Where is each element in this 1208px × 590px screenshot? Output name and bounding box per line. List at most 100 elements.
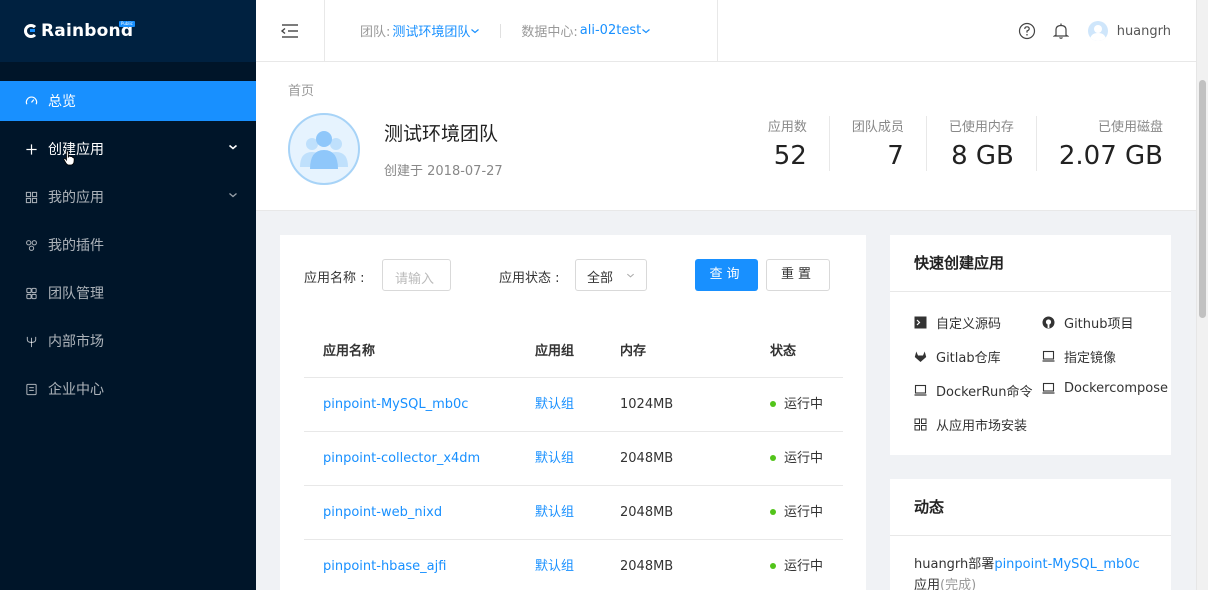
quick-item-label: Gitlab仓库: [936, 351, 1001, 366]
breadcrumb[interactable]: 首页: [288, 80, 314, 99]
quick-item-label: Dockercompose: [1064, 381, 1168, 396]
quick-item-github[interactable]: Github项目: [1042, 313, 1134, 332]
enterprise-icon: [24, 382, 38, 396]
collapse-sidebar-button[interactable]: [256, 0, 325, 62]
team-avatar: [288, 113, 360, 185]
header-actions: huangrh: [1018, 0, 1171, 62]
menu-fold-icon: [280, 23, 298, 38]
scrollbar-thumb[interactable]: [1199, 80, 1206, 318]
sidebar-item-my-apps[interactable]: 我的应用: [0, 177, 256, 217]
app-group-link[interactable]: 默认组: [535, 540, 574, 590]
quick-create-title: 快速创建应用: [890, 235, 1171, 292]
page-header: 首页 测试环境团队 创建于 2018-07-27 应用数 52 团队成员 7 已…: [256, 62, 1196, 211]
app-memory: 2048MB: [620, 451, 674, 466]
team-value[interactable]: 测试环境团队: [392, 21, 470, 40]
top-header: 团队: 测试环境团队 数据中心: ali-02test huangrh: [256, 0, 1196, 62]
status-dot: [770, 454, 776, 461]
column-header: 应用名称: [323, 344, 376, 359]
team-name: 测试环境团队: [384, 123, 499, 145]
app-name-link[interactable]: pinpoint-hbase_ajfi: [323, 540, 446, 590]
app-group-link[interactable]: 默认组: [535, 378, 574, 431]
quick-item-dockercompose[interactable]: Dockercompose: [1042, 381, 1168, 396]
quick-item-custom-source[interactable]: 自定义源码: [914, 313, 1001, 332]
status-dot: [770, 400, 776, 407]
chevron-down-icon[interactable]: [228, 190, 238, 200]
table-row: pinpoint-collector_x4dm 默认组 2048MB 运行中: [304, 432, 843, 486]
app-memory: 2048MB: [620, 505, 674, 520]
app-status-select[interactable]: 全部: [575, 259, 647, 291]
quick-item-gitlab[interactable]: Gitlab仓库: [914, 347, 1001, 366]
quick-create-card: 快速创建应用 自定义源码 Github项目 Gitlab仓库 指定镜像 Dock…: [890, 235, 1171, 455]
sidebar-item-overview[interactable]: 总览: [0, 81, 256, 121]
stat-memory: 已使用内存 8 GB: [925, 116, 1036, 171]
stat-label: 团队成员: [851, 120, 904, 135]
sidebar-item-create-app[interactable]: 创建应用: [0, 129, 256, 169]
quick-item-label: 指定镜像: [1064, 351, 1117, 366]
help-icon[interactable]: [1018, 22, 1036, 40]
avatar[interactable]: [1087, 21, 1108, 41]
quick-item-market-install[interactable]: 从应用市场安装: [914, 415, 1027, 434]
stat-disk: 已使用磁盘 2.07 GB: [1035, 116, 1163, 171]
table-row: pinpoint-MySQL_mb0c 默认组 1024MB 运行中: [304, 378, 843, 432]
app-status: 运行中: [770, 378, 823, 431]
app-name-link[interactable]: pinpoint-web_nixd: [323, 486, 442, 539]
activity-suffix: 应用: [914, 578, 941, 590]
status-dot: [770, 508, 776, 515]
quick-item-dockerrun[interactable]: DockerRun命令: [914, 381, 1032, 400]
chevron-down-icon: [626, 273, 635, 278]
stat-value: 8 GB: [951, 141, 1014, 171]
sidebar: Rainbond Public 总览 创建应用 我的应用 我的插件 团队管理 内…: [0, 0, 256, 590]
sidebar-item-label: 总览: [48, 94, 76, 110]
quick-item-label: 自定义源码: [936, 317, 1002, 332]
app-group-link[interactable]: 默认组: [535, 486, 574, 539]
bell-icon[interactable]: [1052, 22, 1070, 40]
chevron-down-icon: [471, 28, 480, 33]
sidebar-item-internal-market[interactable]: 内部市场: [0, 321, 256, 361]
sidebar-item-enterprise[interactable]: 企业中心: [0, 369, 256, 409]
activity-entry: huangrh部署pinpoint-MySQL_mb0c 应用(完成): [914, 554, 1164, 590]
app-status: 运行中: [770, 540, 823, 590]
stat-label: 应用数: [767, 120, 807, 135]
username[interactable]: huangrh: [1117, 24, 1171, 39]
reset-button[interactable]: 重置: [766, 259, 830, 291]
plugin-icon: [24, 238, 38, 252]
app-status: 运行中: [770, 432, 823, 485]
page-scrollbar[interactable]: [1196, 0, 1208, 590]
laptop-icon: [914, 384, 927, 397]
stat-app-count: 应用数 52: [746, 116, 829, 171]
table-header: 应用名称 应用组 内存 状态: [304, 325, 843, 378]
gitlab-icon: [914, 350, 927, 363]
team-selector[interactable]: 团队: 测试环境团队 数据中心: ali-02test: [360, 21, 651, 40]
chevron-down-icon[interactable]: [228, 142, 238, 152]
app-group-link[interactable]: 默认组: [535, 432, 574, 485]
header-divider: [717, 0, 718, 62]
github-icon: [1042, 316, 1055, 329]
app-list-card: 应用名称 : 请输入 应用状态 : 全部 查询 重置 应用名称 应用组 内存 状…: [280, 235, 866, 590]
query-button[interactable]: 查询: [695, 259, 758, 291]
app-name-link[interactable]: pinpoint-collector_x4dm: [323, 432, 480, 485]
sidebar-item-team-management[interactable]: 团队管理: [0, 273, 256, 313]
stat-value: 2.07 GB: [1058, 141, 1163, 171]
app-name-input[interactable]: 请输入: [382, 259, 451, 291]
stat-label: 已使用内存: [948, 120, 1014, 135]
app-name-label: 应用名称 :: [304, 271, 365, 286]
datacenter-value[interactable]: ali-02test: [580, 23, 641, 38]
status-text: 运行中: [784, 397, 824, 412]
quick-item-label: 从应用市场安装: [936, 419, 1028, 434]
team-stats: 应用数 52 团队成员 7 已使用内存 8 GB 已使用磁盘 2.07 GB: [746, 116, 1163, 171]
app-memory: 2048MB: [620, 559, 674, 574]
stat-label: 已使用磁盘: [1097, 120, 1163, 135]
stat-value: 52: [773, 141, 807, 171]
appstore-icon: [914, 418, 927, 431]
sidebar-item-label: 我的插件: [48, 238, 104, 254]
select-value: 全部: [587, 271, 614, 286]
rainbond-logo-icon: [24, 24, 38, 38]
activity-title: 动态: [890, 479, 1171, 536]
brand-badge: Public: [119, 21, 135, 27]
app-name-link[interactable]: pinpoint-MySQL_mb0c: [323, 378, 468, 431]
activity-target-link[interactable]: pinpoint-MySQL_mb0c: [994, 557, 1139, 572]
laptop-icon: [1042, 350, 1055, 363]
quick-item-image[interactable]: 指定镜像: [1042, 347, 1116, 366]
logo[interactable]: Rainbond Public: [0, 0, 256, 62]
sidebar-item-my-plugins[interactable]: 我的插件: [0, 225, 256, 265]
